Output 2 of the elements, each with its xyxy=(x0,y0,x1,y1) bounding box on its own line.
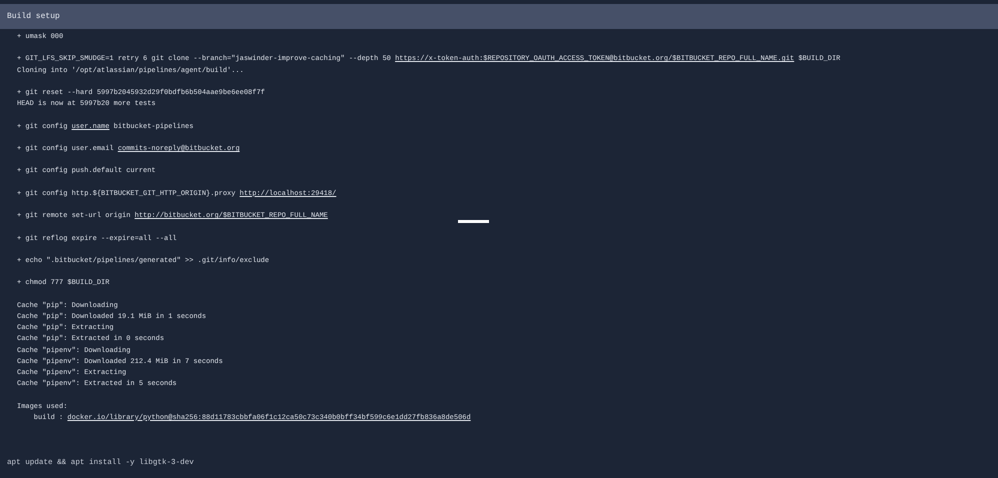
dash-mark xyxy=(458,220,489,223)
section-title: Build setup xyxy=(7,12,60,21)
